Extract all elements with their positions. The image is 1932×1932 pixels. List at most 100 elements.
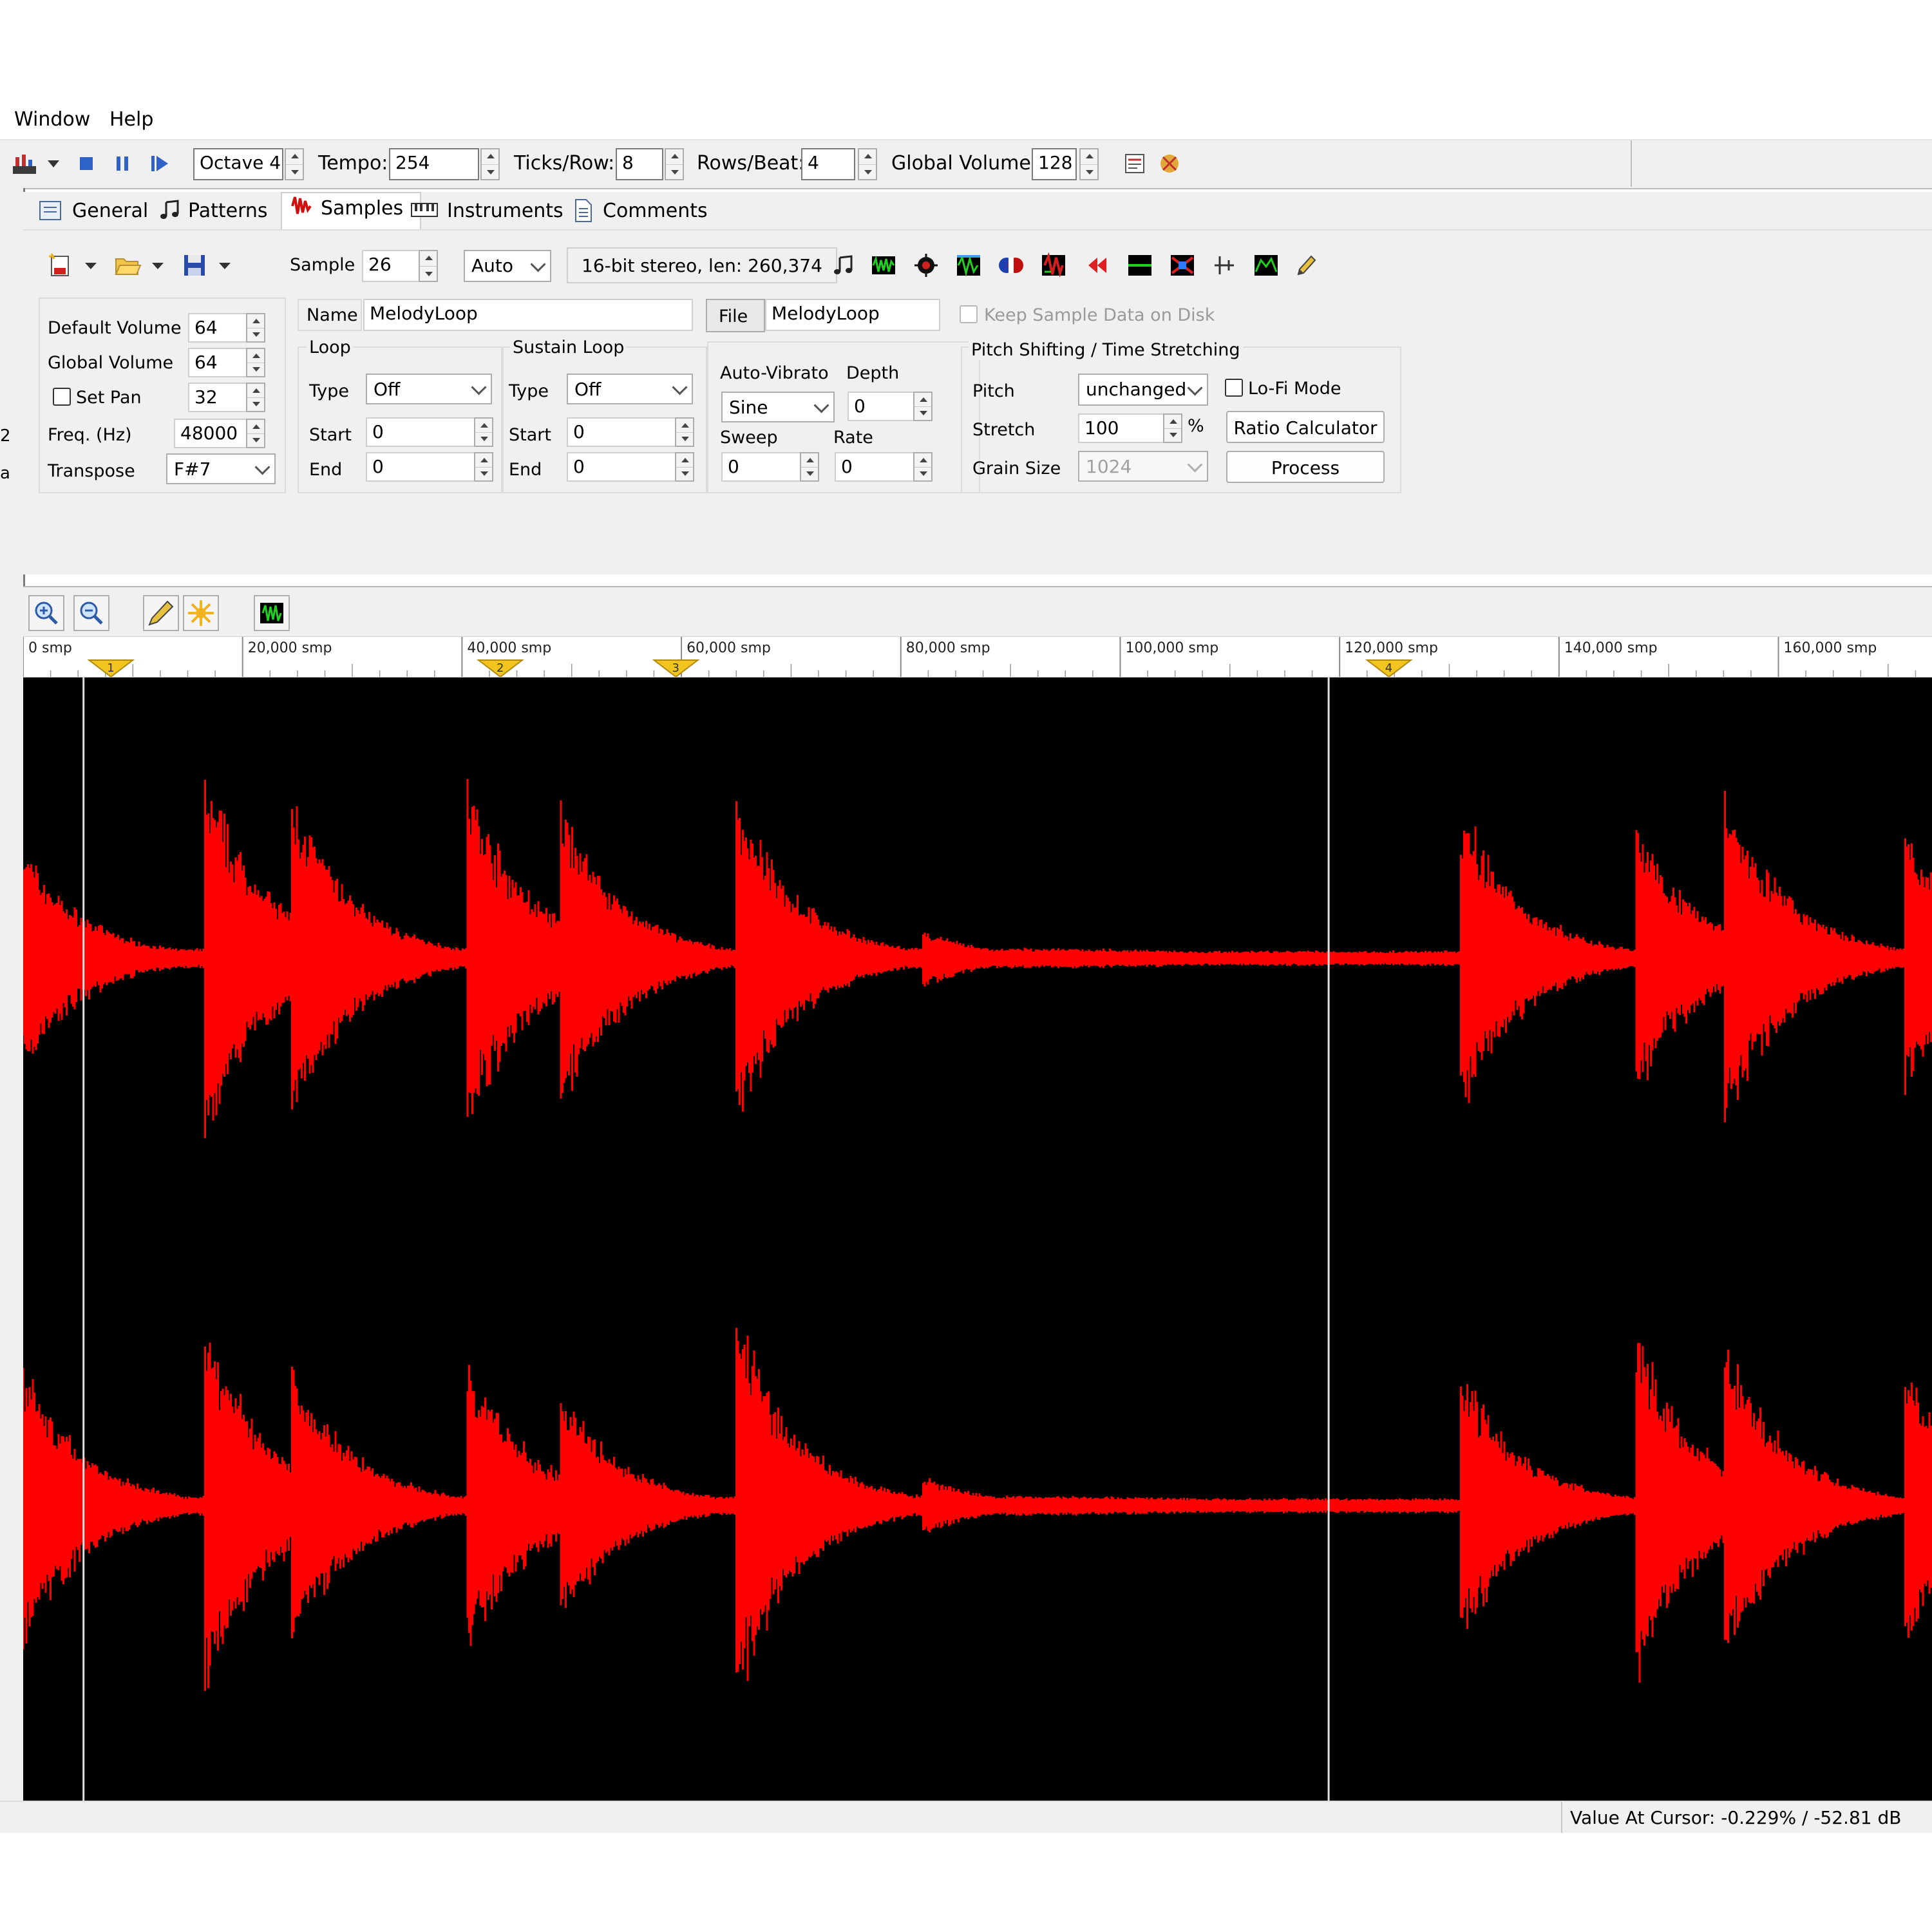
tab-patterns[interactable]: Patterns <box>156 196 287 227</box>
set-pan-label: Set Pan <box>76 388 142 408</box>
default-volume-spinner[interactable] <box>246 313 265 343</box>
zoom-out-icon[interactable] <box>73 595 109 631</box>
global-volume-toolbar-spinner[interactable] <box>1079 148 1099 180</box>
stretch-spinner[interactable] <box>1163 413 1182 443</box>
pencil-draw-icon[interactable] <box>1293 252 1319 278</box>
default-volume-field[interactable]: 64 <box>188 313 250 343</box>
pitch-shift-title: Pitch Shifting / Time Stretching <box>969 340 1243 360</box>
insert-silence-icon[interactable] <box>1212 252 1238 278</box>
dropdown-arrow-icon[interactable] <box>45 151 62 176</box>
sample-number-spinner[interactable] <box>419 250 438 282</box>
tree-edge-glyph: a <box>0 464 10 483</box>
stereo-separation-icon[interactable] <box>997 252 1025 278</box>
play-note-icon[interactable] <box>831 252 857 278</box>
transpose-dropdown[interactable]: F#7 <box>166 453 276 484</box>
pause-icon[interactable] <box>109 151 135 176</box>
dropdown-arrow-icon[interactable] <box>216 256 233 274</box>
vibrato-type-dropdown[interactable]: Sine <box>721 392 835 422</box>
global-volume-toolbar-label: Global Volume: <box>891 152 1037 175</box>
sustain-type-dropdown[interactable]: Off <box>567 374 693 404</box>
loop-start-field[interactable]: 0 <box>366 417 477 447</box>
save-icon[interactable] <box>180 251 209 279</box>
amplify-icon[interactable] <box>913 252 939 278</box>
rows-per-beat-field[interactable]: 4 <box>801 148 855 180</box>
cue-marker-label: 2 <box>497 661 504 675</box>
envelope-icon[interactable] <box>1253 252 1279 278</box>
loop-start-spinner[interactable] <box>474 417 493 447</box>
metronome-icon[interactable] <box>1157 151 1182 176</box>
stop-icon[interactable] <box>73 151 99 176</box>
crossfade-icon[interactable] <box>1170 252 1195 278</box>
keyboard-icon <box>411 203 438 217</box>
tab-samples[interactable]: Samples <box>281 192 421 231</box>
open-folder-icon[interactable] <box>113 251 142 279</box>
dropdown-arrow-icon[interactable] <box>82 256 99 274</box>
sample-file-input[interactable]: MelodyLoop <box>765 299 940 331</box>
toolbar-separator <box>1631 140 1632 187</box>
sustain-end-field[interactable]: 0 <box>567 452 677 482</box>
draw-pencil-icon[interactable] <box>143 595 179 631</box>
tab-instruments[interactable]: Instruments <box>406 196 578 227</box>
tab-comments[interactable]: Comments <box>568 196 723 227</box>
frequency-spinner[interactable] <box>246 419 265 448</box>
vibrato-depth-spinner[interactable] <box>913 392 933 421</box>
pitch-dropdown[interactable]: unchanged <box>1078 374 1208 406</box>
song-properties-icon[interactable] <box>1122 151 1148 176</box>
vibrato-depth-field[interactable]: 0 <box>848 392 917 421</box>
sample-name-input[interactable]: MelodyLoop <box>363 299 693 331</box>
octave-spinner[interactable] <box>285 148 304 180</box>
reverse-icon[interactable] <box>1084 252 1110 278</box>
set-pan-checkbox[interactable] <box>53 388 71 406</box>
stretch-field[interactable]: 100 <box>1078 413 1176 443</box>
grain-size-dropdown[interactable]: 1024 <box>1078 451 1208 482</box>
resample-icon[interactable] <box>1041 252 1066 278</box>
pan-spinner[interactable] <box>246 383 265 412</box>
dc-offset-icon[interactable] <box>956 252 981 278</box>
normalize-icon[interactable] <box>871 252 896 278</box>
silence-icon[interactable] <box>1127 252 1153 278</box>
tab-comments-label: Comments <box>603 200 708 222</box>
vibrato-sweep-spinner[interactable] <box>800 452 819 482</box>
sustain-start-field[interactable]: 0 <box>567 417 677 447</box>
zoom-in-icon[interactable] <box>28 595 64 631</box>
loop-end-spinner[interactable] <box>474 452 493 482</box>
sustain-start-spinner[interactable] <box>675 417 694 447</box>
loop-type-dropdown[interactable]: Off <box>366 374 492 404</box>
vibrato-rate-label: Rate <box>833 428 873 448</box>
ticks-per-row-field[interactable]: 8 <box>616 148 663 180</box>
zoom-mode-dropdown[interactable]: Auto <box>464 250 551 282</box>
tab-samples-label: Samples <box>321 197 404 220</box>
process-button[interactable]: Process <box>1226 451 1385 483</box>
pan-field[interactable]: 32 <box>188 383 250 412</box>
ticks-per-row-spinner[interactable] <box>665 148 684 180</box>
rows-per-beat-spinner[interactable] <box>858 148 877 180</box>
lofi-mode-checkbox[interactable] <box>1225 379 1243 397</box>
ratio-calculator-button[interactable]: Ratio Calculator <box>1226 411 1385 443</box>
global-volume-spinner[interactable] <box>246 348 265 377</box>
menu-help[interactable]: Help <box>109 108 153 131</box>
menu-window[interactable]: Window <box>14 108 90 131</box>
global-volume-field[interactable]: 64 <box>188 348 250 377</box>
waveform-view[interactable] <box>23 677 1932 1801</box>
sample-number-field[interactable]: 26 <box>362 250 426 282</box>
keep-on-disk-checkbox[interactable] <box>960 305 978 323</box>
midi-record-icon[interactable] <box>12 151 37 176</box>
dropdown-arrow-icon[interactable] <box>149 256 166 274</box>
sample-number-label: Sample <box>290 255 355 275</box>
octave-field[interactable]: Octave 4 <box>193 148 283 180</box>
add-cue-icon[interactable] <box>183 595 219 631</box>
global-volume-toolbar-field[interactable]: 128 <box>1032 148 1077 180</box>
sustain-end-spinner[interactable] <box>675 452 694 482</box>
tempo-field[interactable]: 254 <box>389 148 479 180</box>
tempo-spinner[interactable] <box>480 148 500 180</box>
vibrato-rate-spinner[interactable] <box>913 452 933 482</box>
loop-end-field[interactable]: 0 <box>366 452 477 482</box>
vibrato-rate-field[interactable]: 0 <box>835 452 917 482</box>
tab-general[interactable]: General <box>33 196 153 227</box>
new-sample-icon[interactable] <box>46 251 75 279</box>
frequency-field[interactable]: 48000 <box>174 419 251 448</box>
play-icon[interactable] <box>147 151 173 176</box>
waveform-canvas <box>23 677 1932 1801</box>
slice-tool-icon[interactable] <box>254 595 290 631</box>
tab-bar: General Patterns Samples Instruments Com… <box>23 192 1932 231</box>
